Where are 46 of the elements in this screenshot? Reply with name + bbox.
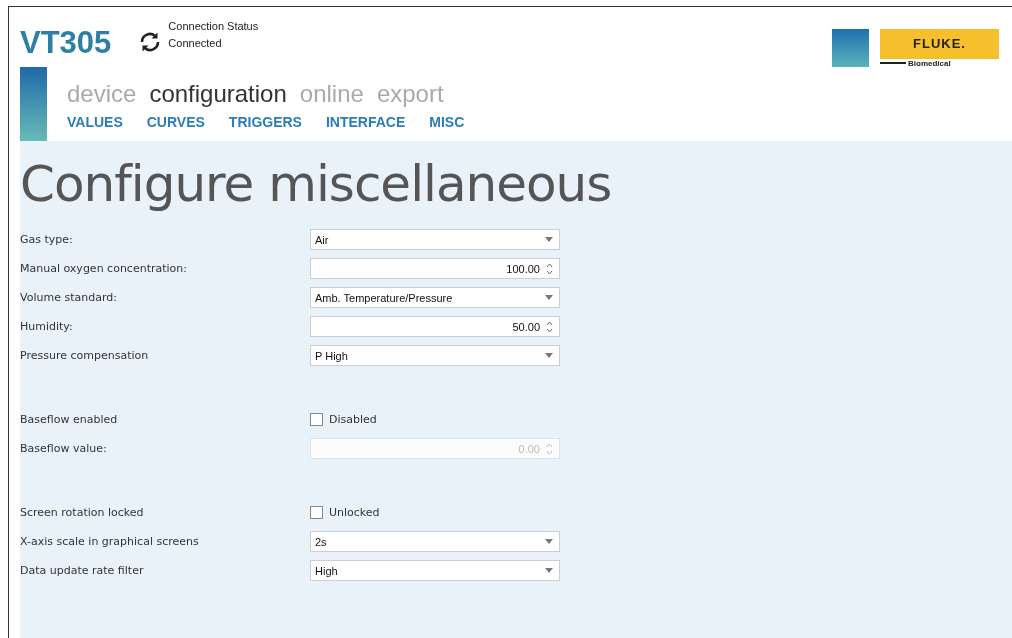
number-field[interactable]: 100.00 (310, 258, 560, 279)
subtab-link[interactable]: VALUES (67, 114, 123, 130)
subtab-link[interactable]: INTERFACE (325, 114, 406, 130)
page-title: Configure miscellaneous (20, 155, 613, 213)
checkbox-label: Unlocked (329, 506, 380, 519)
caret-icon (545, 295, 553, 300)
brand-logo: FLUKE. (880, 28, 999, 59)
dropdown[interactable]: Air (310, 229, 560, 250)
nav-tab[interactable]: export (376, 80, 444, 108)
nav-tab[interactable]: device (67, 80, 137, 108)
field-label: Humidity: (20, 320, 74, 333)
field-label: Gas type: (20, 233, 74, 246)
nav-tab[interactable]: online (299, 80, 364, 108)
brand-subtitle: Biomedical (908, 58, 951, 68)
checkbox-label: Disabled (329, 413, 377, 426)
dropdown[interactable]: High (310, 560, 560, 581)
checkbox[interactable] (310, 506, 323, 519)
spinner-icon (546, 262, 553, 275)
app-title: VT305 (20, 25, 112, 61)
caret-icon (545, 539, 553, 544)
caret-icon (545, 568, 553, 573)
logo-square (832, 28, 869, 67)
field-label: Screen rotation locked (20, 506, 145, 519)
field-label: X-axis scale in graphical screens (20, 535, 200, 548)
caret-icon (545, 353, 553, 358)
number-field[interactable]: 50.00 (310, 316, 560, 337)
field-label: Manual oxygen concentration: (20, 262, 188, 275)
checkbox[interactable] (310, 413, 323, 426)
caret-icon (545, 237, 553, 242)
field-label: Data update rate filter (20, 564, 145, 577)
nav-tab[interactable]: configuration (149, 80, 287, 108)
spinner-icon (546, 442, 553, 455)
dropdown[interactable]: P High (310, 345, 560, 366)
connection-label: Connection Status (168, 19, 259, 34)
field-label: Pressure compensation (20, 349, 150, 362)
connection-status: Connected (168, 36, 223, 51)
logo-line (880, 62, 906, 64)
dropdown[interactable]: Amb. Temperature/Pressure (310, 287, 560, 308)
field-label: Volume standard: (20, 291, 118, 304)
subtab-link[interactable]: CURVES (146, 114, 205, 130)
field-label: Baseflow value: (20, 442, 108, 455)
dropdown[interactable]: 2s (310, 531, 560, 552)
spinner-icon (546, 320, 553, 333)
subtab-link[interactable]: MISC (429, 114, 465, 130)
subtab-link[interactable]: TRIGGERS (228, 114, 302, 130)
field-label: Baseflow enabled (20, 413, 119, 426)
